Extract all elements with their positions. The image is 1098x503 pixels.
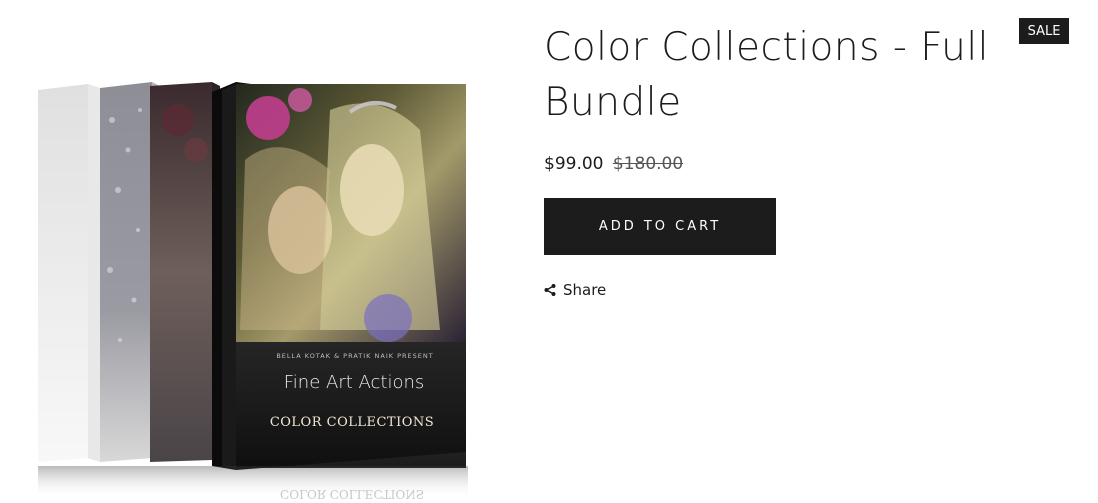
compare-price: $180.00	[612, 154, 684, 174]
product-title-line1: Color Collections - Full	[544, 25, 989, 70]
box-collection-name: COLOR COLLECTIONS	[270, 415, 434, 430]
price-row: $99.00 $180.00	[544, 154, 1004, 174]
product-info: Color Collections - Full Bundle $99.00 $…	[544, 20, 1004, 299]
product-title-line2: Bundle	[544, 80, 682, 125]
share-icon	[544, 284, 556, 296]
product-title: Color Collections - Full Bundle	[544, 20, 1004, 130]
sale-badge: SALE	[1019, 18, 1069, 44]
box-reflection-text: COLOR COLLECTIONS	[280, 487, 424, 499]
product-image[interactable]: BELLA KOTAK & PRATIK NAIK PRESENT Fine A…	[0, 0, 520, 501]
share-link[interactable]: Share	[544, 281, 614, 299]
share-label: Share	[563, 281, 607, 299]
sale-price: $99.00	[544, 154, 604, 174]
add-to-cart-button[interactable]: ADD TO CART	[544, 198, 776, 255]
product-box-illustration: BELLA KOTAK & PRATIK NAIK PRESENT Fine A…	[38, 82, 468, 501]
box-product-name: Fine Art Actions	[284, 372, 425, 393]
box-presenter-text: BELLA KOTAK & PRATIK NAIK PRESENT	[276, 352, 433, 360]
